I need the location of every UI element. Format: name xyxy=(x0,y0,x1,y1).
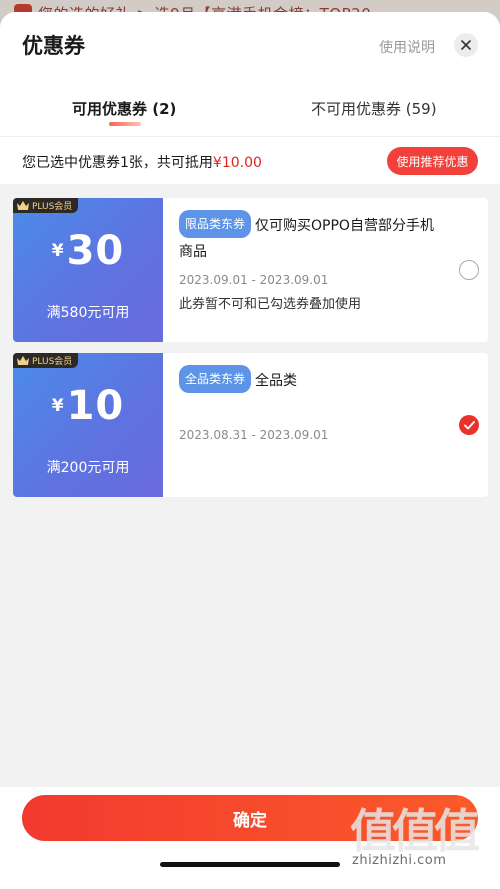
site-watermark: 值值值 zhizhizhi.com xyxy=(350,795,490,868)
watermark-url: zhizhizhi.com xyxy=(352,853,447,868)
coupon-card[interactable]: PLUS会员 ¥10 满200元可用 全品类东券 全品类 2023.08.31 -… xyxy=(13,353,488,497)
coupon-select-radio[interactable] xyxy=(459,415,479,435)
close-icon xyxy=(461,40,471,50)
coupon-condition: 满580元可用 xyxy=(46,305,130,321)
plus-member-badge: PLUS会员 xyxy=(13,198,79,213)
coupon-category-tag: 限品类东券 xyxy=(179,210,252,238)
coupon-select-radio[interactable] xyxy=(459,260,479,280)
amount-value: 10 xyxy=(66,383,125,429)
coupon-category-tag: 全品类东券 xyxy=(179,365,252,393)
crown-icon xyxy=(17,201,29,210)
selection-summary: 您已选中优惠券1张，共可抵用¥10.00 使用推荐优惠 xyxy=(0,136,500,184)
active-tab-indicator xyxy=(109,122,141,126)
coupon-amount: ¥10 xyxy=(13,383,163,429)
coupon-value-panel: PLUS会员 ¥10 满200元可用 xyxy=(13,353,163,497)
amount-value: 30 xyxy=(66,228,125,274)
currency-symbol: ¥ xyxy=(51,396,64,416)
coupon-details: 限品类东券 仅可购买OPPO自营部分手机商品 2023.09.01 - 2023.… xyxy=(179,198,449,342)
help-link[interactable]: 使用说明 xyxy=(379,37,435,57)
summary-prefix: 您已选中优惠券1张，共可抵用 xyxy=(22,155,213,171)
coupon-validity: 2023.08.31 - 2023.09.01 xyxy=(179,428,329,442)
coupon-details: 全品类东券 全品类 2023.08.31 - 2023.09.01 xyxy=(179,353,449,497)
use-recommended-button[interactable]: 使用推荐优惠 xyxy=(387,147,478,175)
tab-available[interactable]: 可用优惠券 (2) xyxy=(72,98,176,119)
sheet-header: 优惠券 使用说明 可用优惠券 (2) 不可用优惠券 (59) xyxy=(0,12,500,136)
summary-text: 您已选中优惠券1张，共可抵用¥10.00 xyxy=(22,152,262,172)
coupon-description: 限品类东券 仅可购买OPPO自营部分手机商品 xyxy=(179,210,447,265)
plus-badge-label: PLUS会员 xyxy=(32,357,73,367)
watermark-logo: 值值值 xyxy=(350,804,480,858)
coupon-value-panel: PLUS会员 ¥30 满580元可用 xyxy=(13,198,163,342)
coupon-validity: 2023.09.01 - 2023.09.01 xyxy=(179,273,329,287)
coupon-note: 此券暂不可和已勾选券叠加使用 xyxy=(179,297,362,312)
tab-unavailable[interactable]: 不可用优惠券 (59) xyxy=(311,98,437,119)
checkmark-icon xyxy=(463,420,475,429)
home-indicator xyxy=(160,862,340,867)
page-title: 优惠券 xyxy=(22,34,85,58)
crown-icon xyxy=(17,356,29,365)
coupon-card[interactable]: PLUS会员 ¥30 满580元可用 限品类东券 仅可购买OPPO自营部分手机商品… xyxy=(13,198,488,342)
close-button[interactable] xyxy=(454,33,478,57)
coupon-condition: 满200元可用 xyxy=(46,460,130,476)
coupon-amount: ¥30 xyxy=(13,228,163,274)
coupon-description-text: 全品类 xyxy=(255,373,298,389)
summary-amount: ¥10.00 xyxy=(212,155,262,171)
plus-member-badge: PLUS会员 xyxy=(13,353,79,368)
plus-badge-label: PLUS会员 xyxy=(32,202,73,212)
coupon-description: 全品类东券 全品类 xyxy=(179,365,447,394)
coupon-sheet: 优惠券 使用说明 可用优惠券 (2) 不可用优惠券 (59) 您已选中优惠券1张… xyxy=(0,12,500,889)
currency-symbol: ¥ xyxy=(51,241,64,261)
